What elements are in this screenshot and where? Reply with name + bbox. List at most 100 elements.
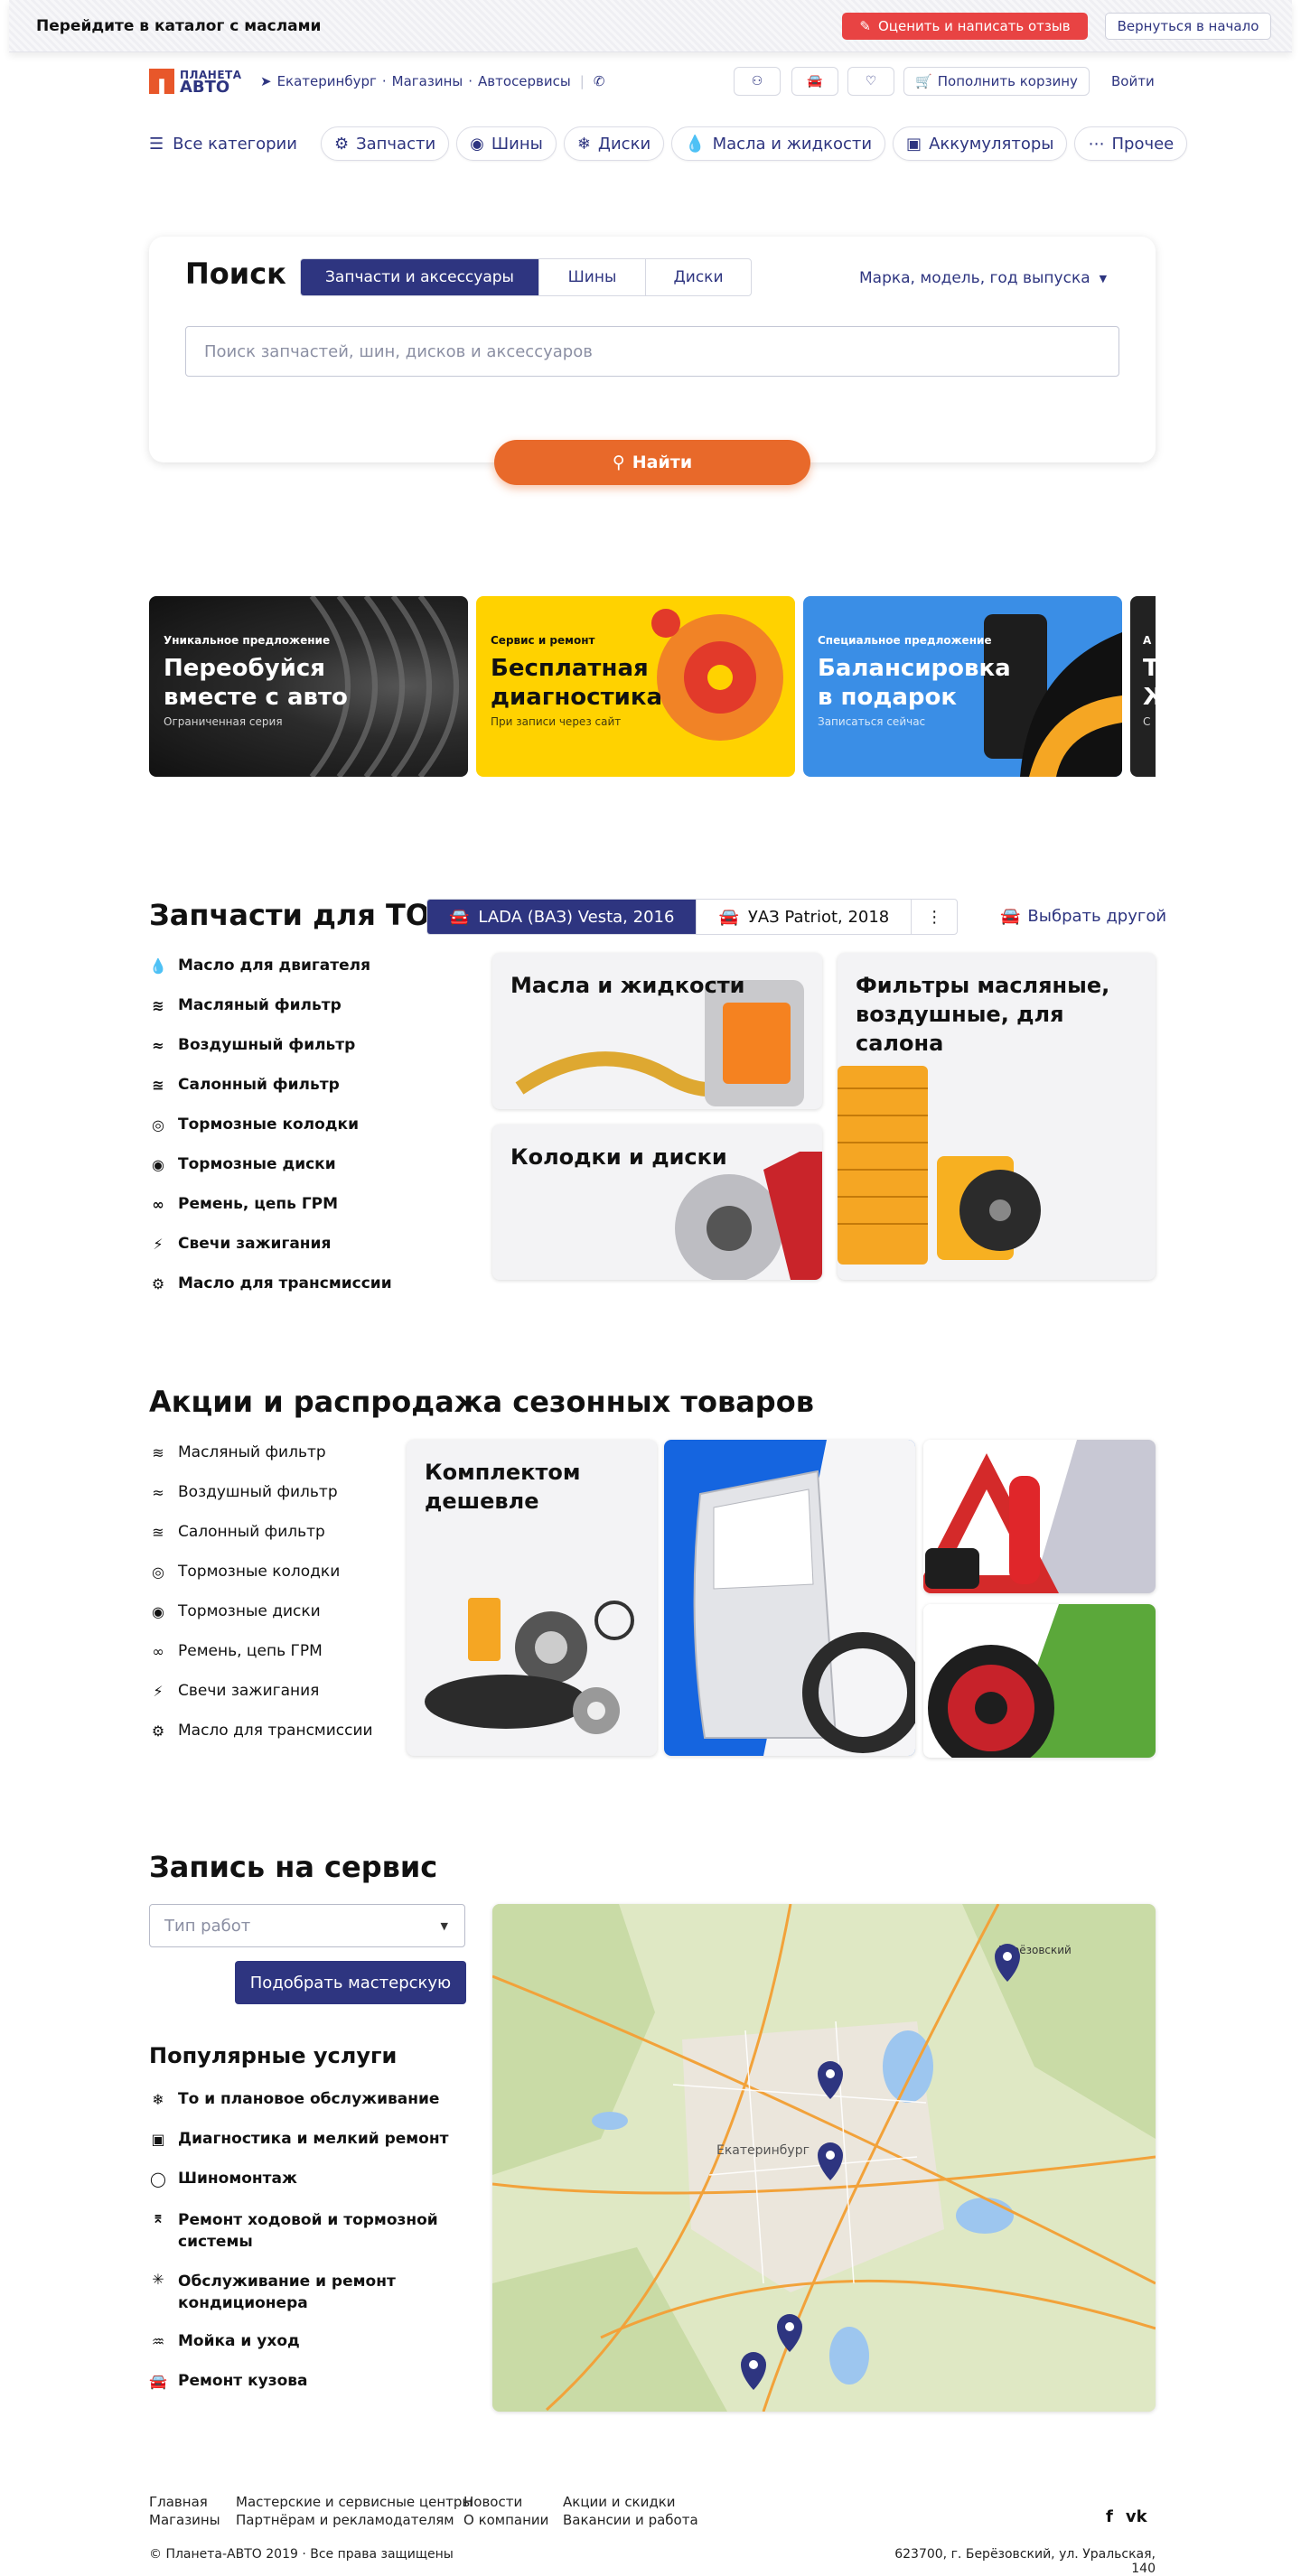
map-pins <box>741 1944 1020 2390</box>
list-item[interactable]: ⌆ Ремонт ходовой и тормозной системы <box>149 2198 448 2260</box>
find-workshop-button[interactable]: Подобрать мастерскую <box>235 1961 466 2004</box>
choose-other-car-link[interactable]: 🚘 Выбрать другой <box>1000 907 1166 926</box>
list-item[interactable]: ∞ Ремень, цепь ГРМ <box>149 1184 392 1224</box>
list-item[interactable]: ◯ Шиномонтаж <box>149 2159 448 2198</box>
tire-icon: ◯ <box>150 2170 166 2188</box>
sale-title: Акции и распродажа сезонных товаров <box>149 1385 814 1419</box>
list-item[interactable]: ◎ Тормозные колодки <box>149 1552 373 1591</box>
car-tab-uaz[interactable]: 🚘 УАЗ Patriot, 2018 <box>697 900 913 934</box>
social-links: f vk <box>1106 2507 1147 2526</box>
services-link[interactable]: Автосервисы <box>478 73 571 89</box>
popular-services-title: Популярные услуги <box>149 2043 398 2068</box>
banner-fourth[interactable]: А ТЖ С <box>1130 596 1156 777</box>
garage-button[interactable]: ⚇ <box>734 67 781 96</box>
list-item-label: Тормозные диски <box>178 1155 336 1173</box>
map-pin-icon <box>741 2352 766 2390</box>
nav-pill-batteries[interactable]: ▣ Аккумуляторы <box>893 126 1068 161</box>
logo[interactable]: ПЛАНЕТА АВТО <box>149 69 242 96</box>
footer-col: Новости О компании <box>463 2493 548 2529</box>
banner-balancing[interactable]: Специальное предложение Балансировка в по… <box>803 596 1122 777</box>
work-type-select[interactable]: Тип работ ▼ <box>149 1904 465 1947</box>
phone-icon[interactable]: ✆ <box>594 73 605 89</box>
login-link[interactable]: Войти <box>1111 73 1155 89</box>
pill-label: Диски <box>597 134 651 154</box>
tile-filters[interactable]: Фильтры масляные, воздушные, для салона <box>838 953 1156 1280</box>
tab-parts[interactable]: Запчасти и аксессуары <box>301 259 539 295</box>
list-item[interactable]: ✳ Обслуживание и ремонт кондиционера <box>149 2260 448 2321</box>
back-to-start-button[interactable]: Вернуться в начало <box>1105 13 1271 40</box>
find-button[interactable]: ⚲ Найти <box>494 440 810 485</box>
list-item[interactable]: 🚘 Ремонт кузова <box>149 2361 448 2401</box>
search-tabs: Запчасти и аксессуары Шины Диски <box>300 258 752 296</box>
service-map[interactable]: Екатеринбург Берёзовский <box>492 1904 1156 2412</box>
work-type-placeholder: Тип работ <box>164 1916 251 1936</box>
banner-tires[interactable]: Уникальное предложение Переобуйся вместе … <box>149 596 468 777</box>
banner-title: ТЖ <box>1143 654 1156 712</box>
location-arrow-icon: ➤ <box>260 73 272 89</box>
vk-icon[interactable]: vk <box>1126 2507 1147 2526</box>
nav-pill-other[interactable]: ⋯ Прочее <box>1074 126 1188 161</box>
tile-title-line: дешевле <box>425 1489 539 1514</box>
review-button[interactable]: ✎ Оценить и написать отзыв <box>842 13 1088 40</box>
list-item[interactable]: ⚡ Свечи зажигания <box>149 1224 392 1264</box>
list-item[interactable]: ≊ Салонный фильтр <box>149 1512 373 1552</box>
list-item[interactable]: 💧 Масло для двигателя <box>149 946 392 985</box>
banner-title-line: Бесплатная <box>491 655 649 682</box>
brand-model-select[interactable]: Марка, модель, год выпуска ▼ <box>859 269 1107 287</box>
list-item[interactable]: ≋ Масляный фильтр <box>149 1433 373 1472</box>
air-filter-icon: ≈ <box>152 1036 164 1054</box>
list-item[interactable]: ▣ Диагностика и мелкий ремонт <box>149 2119 448 2159</box>
list-item[interactable]: ⚙ Масло для трансмиссии <box>149 1264 392 1303</box>
city-link[interactable]: Екатеринбург <box>277 73 377 89</box>
list-item-label: Тормозные диски <box>178 1602 321 1620</box>
footer-link[interactable]: О компании <box>463 2511 548 2529</box>
shops-link[interactable]: Магазины <box>392 73 463 89</box>
footer-link[interactable]: Акции и скидки <box>563 2493 698 2511</box>
list-item[interactable]: ⚙ Масло для трансмиссии <box>149 1711 373 1750</box>
tile-kit[interactable]: Комплектом дешевле <box>407 1440 657 1756</box>
footer-link[interactable]: Новости <box>463 2493 548 2511</box>
footer-link[interactable]: Главная <box>149 2493 220 2511</box>
all-categories-button[interactable]: ☰ Все категории <box>149 135 297 154</box>
list-item[interactable]: ∞ Ремень, цепь ГРМ <box>149 1631 373 1671</box>
list-item[interactable]: ≈ Воздушный фильтр <box>149 1472 373 1512</box>
tab-wheels[interactable]: Диски <box>646 259 751 295</box>
list-item[interactable]: ❄ То и плановое обслуживание <box>149 2079 448 2119</box>
location-bar: ➤ Екатеринбург · Магазины · Автосервисы | … <box>260 73 604 89</box>
nav-pill-tires[interactable]: ◉ Шины <box>456 126 557 161</box>
list-item[interactable]: ≊ Салонный фильтр <box>149 1065 392 1105</box>
footer-link[interactable]: Магазины <box>149 2511 220 2529</box>
car-icon: 🚘 <box>718 907 739 927</box>
cart-button[interactable]: 🛒 Пополнить корзину <box>903 67 1090 96</box>
list-item[interactable]: ⚡ Свечи зажигания <box>149 1671 373 1711</box>
list-item[interactable]: ◎ Тормозные колодки <box>149 1105 392 1144</box>
search-input[interactable]: Поиск запчастей, шин, дисков и аксессуар… <box>185 326 1119 377</box>
list-item[interactable]: ≋ Масляный фильтр <box>149 985 392 1025</box>
tile-title: Масла и жидкости <box>510 973 745 998</box>
sep: · <box>381 73 387 89</box>
search-card: Поиск Запчасти и аксессуары Шины Диски М… <box>149 237 1156 462</box>
tile-oils[interactable]: Масла и жидкости <box>492 953 822 1109</box>
tab-tires[interactable]: Шины <box>539 259 646 295</box>
nav-pill-parts[interactable]: ⚙ Запчасти <box>320 126 450 161</box>
list-item[interactable]: ◉ Тормозные диски <box>149 1591 373 1631</box>
tile-pads-discs[interactable]: Колодки и диски <box>492 1125 822 1280</box>
nav-pill-oils[interactable]: 💧 Масла и жидкости <box>671 126 886 161</box>
tile-body-parts[interactable] <box>664 1440 915 1756</box>
car-tab-lada[interactable]: 🚘 LADA (ВАЗ) Vesta, 2016 <box>427 900 697 934</box>
list-item[interactable]: ◉ Тормозные диски <box>149 1144 392 1184</box>
tile-emergency-kit[interactable] <box>923 1440 1156 1593</box>
car-more-button[interactable]: ⋮ <box>912 900 957 934</box>
footer-link[interactable]: Вакансии и работа <box>563 2511 698 2529</box>
tile-accessories[interactable] <box>923 1604 1156 1758</box>
list-item[interactable]: ♒ Мойка и уход <box>149 2321 448 2361</box>
favorites-button[interactable]: ♡ <box>847 67 894 96</box>
footer-link[interactable]: Мастерские и сервисные центры <box>236 2493 473 2511</box>
nav-pill-wheels[interactable]: ❄ Диски <box>563 126 665 161</box>
kebab-icon: ⋮ <box>926 907 943 927</box>
list-item[interactable]: ≈ Воздушный фильтр <box>149 1025 392 1065</box>
footer-link[interactable]: Партнёрам и рекламодателям <box>236 2511 473 2529</box>
banner-diagnostics[interactable]: Сервис и ремонт Бесплатная диагностика Пр… <box>476 596 795 777</box>
facebook-icon[interactable]: f <box>1106 2507 1113 2526</box>
car-button[interactable]: 🚘 <box>791 67 838 96</box>
